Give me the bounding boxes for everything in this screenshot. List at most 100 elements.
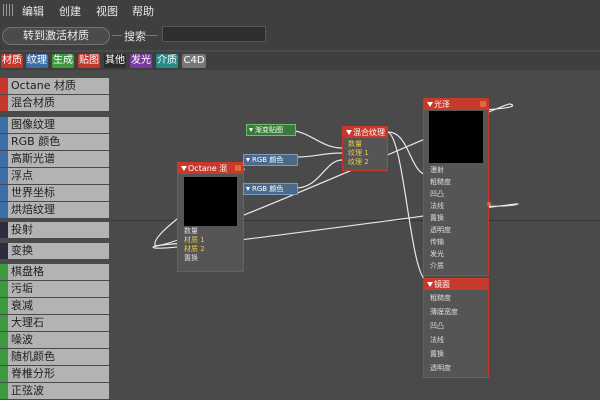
tab-map[interactable]: 贴图 — [78, 54, 100, 68]
node-canvas[interactable]: Octane 混 数量 材质 1 材质 2 置换 渐变贴图 RGB 颜色 RGB… — [110, 70, 600, 400]
sidebar-item-random-color[interactable]: 随机颜色 — [0, 349, 109, 365]
sidebar-item-image-texture[interactable]: 图像纹理 — [0, 117, 109, 133]
collapse-icon[interactable] — [181, 166, 187, 171]
port-medium[interactable]: 介质 — [430, 261, 444, 271]
tab-emission[interactable]: 发光 — [130, 54, 152, 68]
collapse-icon[interactable] — [246, 187, 250, 191]
go-to-active-material-button[interactable]: 转到激活材质 — [2, 27, 110, 45]
sidebar-item-label: 正弦波 — [11, 384, 44, 397]
sidebar-item-ridged-fractal[interactable]: 脊椎分形 — [0, 366, 109, 382]
port-normal[interactable]: 法线 — [430, 335, 444, 345]
sidebar-item-baking-texture[interactable]: 烘焙纹理 — [0, 202, 109, 218]
node-title: Octane 混 — [188, 164, 228, 173]
node-header[interactable]: Octane 混 — [178, 163, 243, 174]
sidebar-item-world-coord[interactable]: 世界坐标 — [0, 185, 109, 201]
sidebar-item-octane-material[interactable]: Octane 材质 — [0, 78, 109, 94]
port-bump[interactable]: 凹凸 — [430, 189, 444, 199]
category-color — [0, 332, 8, 348]
port-normal[interactable]: 法线 — [430, 201, 444, 211]
tab-medium[interactable]: 介质 — [156, 54, 178, 68]
tab-generate[interactable]: 生成 — [52, 54, 74, 68]
sidebar-item-label: 脊椎分形 — [11, 367, 55, 380]
port-bump[interactable]: 凹凸 — [430, 321, 444, 331]
port-displacement[interactable]: 置换 — [430, 349, 444, 359]
close-icon[interactable] — [480, 101, 486, 107]
search-input[interactable] — [162, 26, 266, 42]
rgb-color-node-2[interactable]: RGB 颜色 — [243, 183, 298, 195]
port-opacity[interactable]: 透明度 — [430, 225, 451, 235]
menu-view[interactable]: 视图 — [96, 3, 118, 19]
specular-material-node[interactable]: 镜面 粗糙度 薄膜宽度 凹凸 法线 置换 透明度 — [423, 278, 489, 378]
toolbar: 转到激活材质 搜索 — [0, 20, 600, 50]
sidebar-item-projection[interactable]: 投射 — [0, 222, 109, 238]
grip-icon[interactable] — [3, 4, 15, 16]
mix-texture-node[interactable]: 混合纹理 数量 纹理 1 纹理 2 — [342, 126, 388, 171]
category-color — [0, 202, 8, 218]
glossy-material-node[interactable]: 光泽 漫射 粗糙度 凹凸 法线 置换 透明度 传输 发光 介质 — [423, 98, 491, 276]
octane-mix-node[interactable]: Octane 混 数量 材质 1 材质 2 置换 — [177, 162, 244, 272]
rgb-color-node-1[interactable]: RGB 颜色 — [243, 154, 298, 166]
search-label: 搜索 — [124, 30, 146, 43]
sidebar-item-label: 世界坐标 — [11, 186, 55, 199]
material-preview — [429, 111, 483, 163]
port-film-width[interactable]: 薄膜宽度 — [430, 307, 458, 317]
wire-mix-to-glossy — [387, 131, 429, 176]
output-port[interactable] — [487, 202, 491, 206]
category-color — [0, 222, 8, 238]
collapse-icon[interactable] — [427, 282, 433, 287]
sidebar-item-falloff[interactable]: 衰减 — [0, 298, 109, 314]
category-color — [0, 151, 8, 167]
port-displacement[interactable]: 置换 — [184, 253, 198, 263]
category-color — [0, 383, 8, 399]
node-title: RGB 颜色 — [252, 156, 284, 164]
sidebar-item-rgb-color[interactable]: RGB 颜色 — [0, 134, 109, 150]
category-color — [0, 264, 8, 280]
sidebar-item-marble[interactable]: 大理石 — [0, 315, 109, 331]
sidebar-item-mix-material[interactable]: 混合材质 — [0, 95, 109, 111]
sidebar-item-label: RGB 颜色 — [11, 135, 61, 148]
sidebar-item-transform[interactable]: 变换 — [0, 243, 109, 259]
category-color — [0, 243, 8, 259]
menu-create[interactable]: 创建 — [59, 3, 81, 19]
sidebar-item-dirt[interactable]: 污垢 — [0, 281, 109, 297]
collapse-icon[interactable] — [427, 102, 433, 107]
node-header[interactable]: 混合纹理 — [343, 127, 387, 138]
tab-c4d[interactable]: C4D — [182, 54, 206, 68]
port-roughness[interactable]: 粗糙度 — [430, 293, 451, 303]
collapse-icon[interactable] — [346, 130, 352, 135]
sidebar-item-label: 大理石 — [11, 316, 44, 329]
port-transmission[interactable]: 传输 — [430, 237, 444, 247]
sidebar-item-float[interactable]: 浮点 — [0, 168, 109, 184]
port-emission[interactable]: 发光 — [430, 249, 444, 259]
port-diffuse[interactable]: 漫射 — [430, 165, 444, 175]
sidebar-item-label: 衰减 — [11, 299, 33, 312]
menu-help[interactable]: 帮助 — [132, 3, 154, 19]
tab-material[interactable]: 材质 — [1, 54, 23, 68]
port-displacement[interactable]: 置换 — [430, 213, 444, 223]
collapse-icon[interactable] — [249, 128, 253, 132]
port-opacity[interactable]: 透明度 — [430, 363, 451, 373]
tab-other[interactable]: 其他 — [104, 54, 126, 68]
sidebar-item-label: 烘焙纹理 — [11, 203, 55, 216]
close-icon[interactable] — [235, 165, 241, 171]
wire-rgb1-to-mix — [295, 152, 343, 158]
menu-edit[interactable]: 编辑 — [22, 3, 44, 19]
wire-mix-to-specular — [387, 131, 429, 283]
category-color — [0, 185, 8, 201]
category-color — [0, 315, 8, 331]
tab-texture[interactable]: 纹理 — [26, 54, 48, 68]
gradient-node[interactable]: 渐变贴图 — [246, 124, 296, 136]
sidebar-item-label: 图像纹理 — [11, 118, 55, 131]
port-texture-2[interactable]: 纹理 2 — [348, 157, 369, 167]
category-color — [0, 168, 8, 184]
node-header[interactable]: 光泽 — [424, 99, 488, 110]
sidebar-item-gaussian-spectrum[interactable]: 高斯光谱 — [0, 151, 109, 167]
port-roughness[interactable]: 粗糙度 — [430, 177, 451, 187]
collapse-icon[interactable] — [246, 158, 250, 162]
node-header[interactable]: 镜面 — [424, 279, 488, 290]
sidebar-item-label: 混合材质 — [11, 96, 55, 109]
sidebar-item-noise[interactable]: 噪波 — [0, 332, 109, 348]
node-title: 镜面 — [434, 280, 450, 289]
sidebar-item-checks[interactable]: 棋盘格 — [0, 264, 109, 280]
sidebar-item-sine-wave[interactable]: 正弦波 — [0, 383, 109, 399]
